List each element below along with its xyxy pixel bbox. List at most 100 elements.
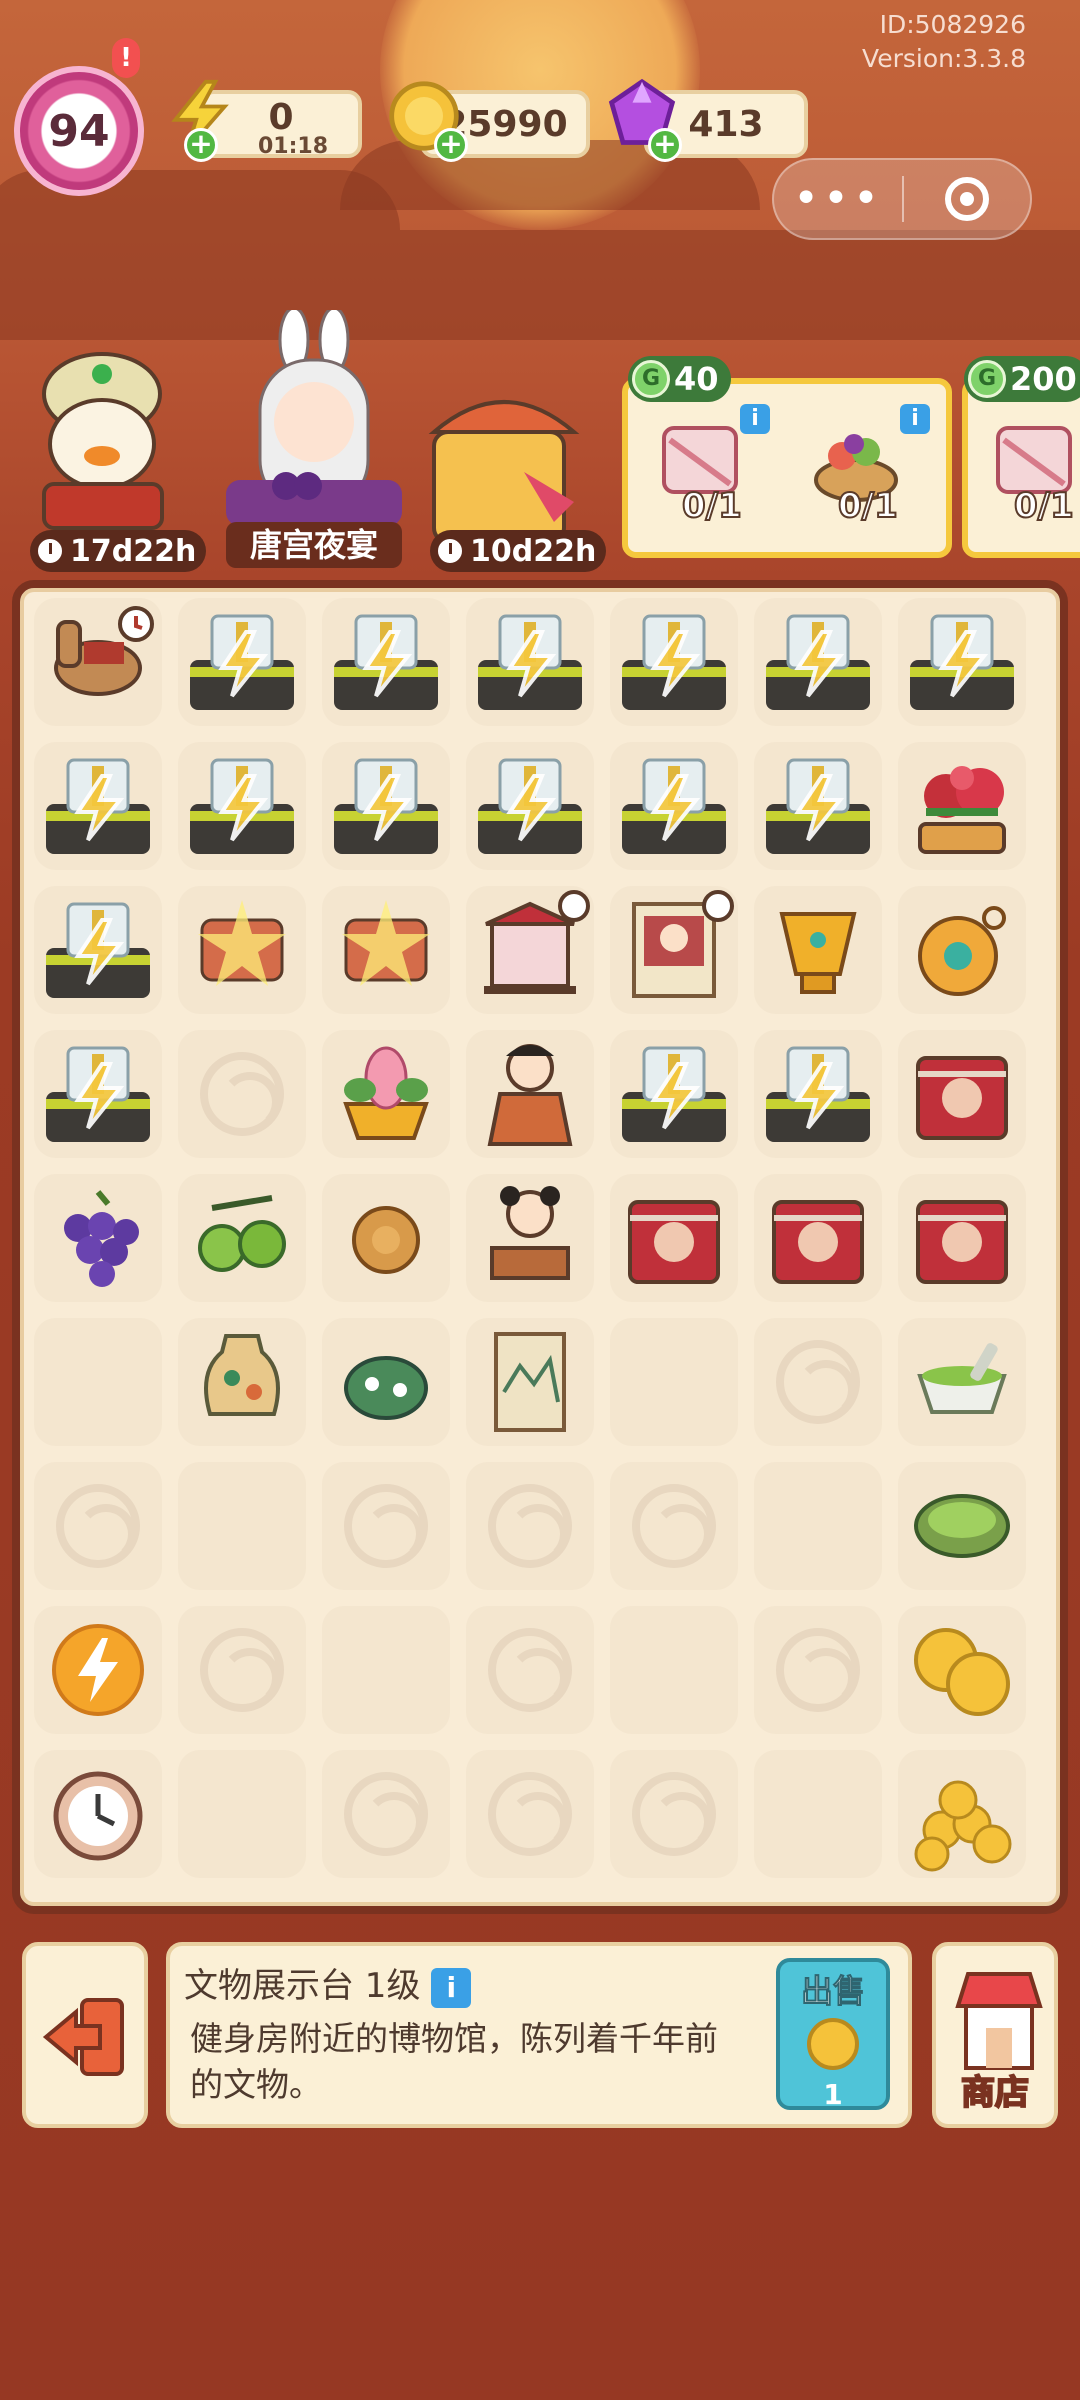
board-cell[interactable] — [610, 1462, 738, 1590]
board-cell[interactable] — [34, 1030, 162, 1158]
board-cell[interactable] — [610, 1030, 738, 1158]
more-button[interactable]: ••• — [774, 177, 902, 221]
board-cell[interactable] — [322, 1030, 450, 1158]
board-cell[interactable] — [466, 886, 594, 1014]
lotus-bowl[interactable] — [326, 1034, 446, 1154]
timer-item[interactable] — [38, 1754, 158, 1874]
embroidered-chest[interactable] — [758, 1178, 878, 1298]
embroidered-chest[interactable] — [902, 1034, 1022, 1154]
rabbit-girl-character[interactable] — [216, 310, 412, 540]
board-cell[interactable] — [34, 1606, 162, 1734]
board-cell[interactable] — [178, 1030, 306, 1158]
board-cell[interactable] — [898, 742, 1026, 870]
board-cell[interactable] — [322, 1174, 450, 1302]
portrait-scroll[interactable] — [614, 890, 734, 1010]
board-cell[interactable] — [898, 598, 1026, 726]
display-stand-locked[interactable] — [614, 1034, 734, 1154]
board-cell[interactable] — [466, 1750, 594, 1878]
board-cell[interactable] — [178, 598, 306, 726]
board-cell[interactable] — [34, 742, 162, 870]
info-icon[interactable]: i — [431, 1967, 472, 2008]
board-cell[interactable] — [34, 1318, 162, 1446]
exit-button[interactable] — [22, 1942, 148, 2128]
golden-cup[interactable] — [758, 890, 878, 1010]
close-button[interactable] — [904, 177, 1030, 221]
display-stand-locked[interactable] — [182, 746, 302, 866]
board-cell[interactable] — [322, 598, 450, 726]
board-cell[interactable] — [898, 1030, 1026, 1158]
porcelain-vase[interactable] — [182, 1322, 302, 1442]
display-stand-locked[interactable] — [758, 746, 878, 866]
board-cell[interactable] — [610, 1750, 738, 1878]
parasol-event-icon[interactable] — [414, 372, 594, 552]
board-cell[interactable] — [34, 1462, 162, 1590]
camel-item[interactable] — [38, 602, 158, 722]
info-icon[interactable]: i — [900, 404, 930, 434]
add-gem-button[interactable]: + — [648, 128, 682, 162]
coins-item[interactable] — [902, 1610, 1022, 1730]
display-stand-locked[interactable] — [38, 1034, 158, 1154]
board-cell[interactable] — [754, 1606, 882, 1734]
info-icon[interactable]: i — [740, 404, 770, 434]
board-cell[interactable] — [466, 1462, 594, 1590]
landscape-scroll[interactable] — [470, 1322, 590, 1442]
level-badge[interactable]: 94 — [14, 66, 144, 196]
sell-button[interactable]: 出售 1 — [776, 1958, 890, 2111]
display-stand-locked[interactable] — [758, 1034, 878, 1154]
lute-lady-item[interactable] — [470, 1034, 590, 1154]
board-cell[interactable] — [610, 598, 738, 726]
board-cell[interactable] — [34, 1174, 162, 1302]
board-cell[interactable] — [610, 742, 738, 870]
sedan-chair-item[interactable] — [470, 890, 590, 1010]
board-cell[interactable] — [34, 1750, 162, 1878]
board-cell[interactable] — [610, 1174, 738, 1302]
board-cell[interactable] — [178, 742, 306, 870]
mooncake-item[interactable] — [326, 1178, 446, 1298]
display-stand-locked[interactable] — [470, 602, 590, 722]
board-cell[interactable] — [898, 1318, 1026, 1446]
board-cell[interactable] — [610, 1318, 738, 1446]
add-coin-button[interactable]: + — [434, 128, 468, 162]
energy-orb[interactable] — [38, 1610, 158, 1730]
board-cell[interactable] — [754, 886, 882, 1014]
display-stand-locked[interactable] — [614, 746, 734, 866]
board-cell[interactable] — [466, 742, 594, 870]
display-stand-locked[interactable] — [614, 602, 734, 722]
board-cell[interactable] — [178, 1606, 306, 1734]
board-cell[interactable] — [322, 742, 450, 870]
board-cell[interactable] — [610, 886, 738, 1014]
board-cell[interactable] — [754, 1318, 882, 1446]
jade-pot[interactable] — [326, 1322, 446, 1442]
board-cell[interactable] — [898, 1750, 1026, 1878]
board-cell[interactable] — [178, 1318, 306, 1446]
golden-gourd[interactable] — [902, 890, 1022, 1010]
board-cell[interactable] — [322, 1606, 450, 1734]
grapes-item[interactable] — [38, 1178, 158, 1298]
board-cell[interactable] — [754, 1174, 882, 1302]
display-stand-locked[interactable] — [326, 602, 446, 722]
board-cell[interactable] — [898, 1606, 1026, 1734]
board-cell[interactable] — [34, 886, 162, 1014]
spark-item[interactable] — [326, 890, 446, 1010]
board-cell[interactable] — [466, 1174, 594, 1302]
board-cell[interactable] — [178, 886, 306, 1014]
display-stand-locked[interactable] — [38, 746, 158, 866]
board-cell[interactable] — [466, 598, 594, 726]
board-cell[interactable] — [754, 1750, 882, 1878]
shop-button[interactable]: 商店 — [932, 1942, 1058, 2128]
embroidered-chest[interactable] — [614, 1178, 734, 1298]
board-cell[interactable] — [898, 886, 1026, 1014]
board-cell[interactable] — [898, 1174, 1026, 1302]
board-cell[interactable] — [322, 886, 450, 1014]
limes-item[interactable] — [182, 1178, 302, 1298]
board-cell[interactable] — [322, 1462, 450, 1590]
coin-pile-item[interactable] — [902, 1754, 1022, 1874]
duck-merchant-character[interactable] — [24, 324, 180, 534]
peony-planter[interactable] — [902, 746, 1022, 866]
matcha-mortar[interactable] — [902, 1322, 1022, 1442]
board-cell[interactable] — [34, 598, 162, 726]
board-cell[interactable] — [610, 1606, 738, 1734]
display-stand-locked[interactable] — [326, 746, 446, 866]
display-stand-locked[interactable] — [182, 602, 302, 722]
matcha-bowl[interactable] — [902, 1466, 1022, 1586]
